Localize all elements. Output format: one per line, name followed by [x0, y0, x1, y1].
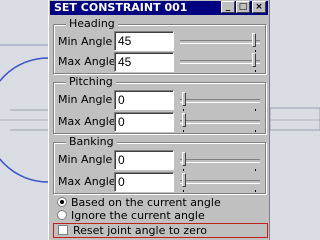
heading-group: Heading Min Angle 45 Max Angle 45	[53, 18, 266, 74]
heading-max-label: Max Angle	[58, 55, 116, 68]
heading-min-slider[interactable]	[180, 31, 260, 52]
pitching-min-input[interactable]: 0	[114, 90, 174, 110]
heading-min-input[interactable]: 45	[114, 31, 174, 51]
pitching-min-label: Min Angle	[58, 93, 113, 106]
ignore-current-angle-radio[interactable]	[57, 210, 67, 220]
reset-joint-angle-label: Reset joint angle to zero	[73, 224, 207, 237]
banking-min-input[interactable]: 0	[114, 150, 174, 170]
reset-joint-angle-option[interactable]: Reset joint angle to zero	[53, 223, 268, 238]
banking-max-slider[interactable]	[180, 171, 260, 192]
ignore-current-angle-label: Ignore the current angle	[71, 209, 205, 222]
banking-min-label: Min Angle	[58, 153, 113, 166]
heading-max-slider-thumb[interactable]	[252, 53, 256, 67]
pitching-min-slider-thumb[interactable]	[182, 92, 186, 106]
close-button[interactable]: ×	[252, 1, 266, 13]
heading-group-title: Heading	[66, 18, 118, 30]
banking-max-label: Max Angle	[58, 175, 116, 188]
banking-min-slider-thumb[interactable]	[182, 152, 186, 166]
pitching-max-slider[interactable]	[180, 111, 260, 132]
banking-group: Banking Min Angle 0 Max Angle 0	[53, 136, 266, 194]
pitching-min-slider[interactable]	[180, 90, 260, 111]
pitching-max-input[interactable]: 0	[114, 112, 174, 132]
banking-group-title: Banking	[66, 136, 117, 148]
pitching-group: Pitching Min Angle 0 Max Angle 0	[53, 76, 266, 134]
set-constraint-dialog: SET CONSTRAINT 001 _ □ × Heading Min Ang…	[48, 0, 270, 240]
based-on-current-angle-option[interactable]: Based on the current angle	[57, 196, 221, 209]
heading-min-label: Min Angle	[58, 35, 113, 48]
heading-max-slider[interactable]	[180, 51, 260, 72]
heading-min-slider-thumb[interactable]	[252, 33, 256, 47]
dialog-title: SET CONSTRAINT 001	[54, 1, 188, 14]
banking-max-input[interactable]: 0	[114, 172, 174, 192]
reset-joint-angle-checkbox[interactable]	[58, 225, 68, 235]
pitching-max-label: Max Angle	[58, 115, 116, 128]
heading-max-input[interactable]: 45	[114, 52, 174, 72]
banking-min-slider[interactable]	[180, 150, 260, 171]
banking-max-slider-thumb[interactable]	[182, 173, 186, 187]
based-on-current-angle-radio[interactable]	[57, 197, 67, 207]
minimize-button[interactable]: _	[221, 1, 235, 13]
maximize-button[interactable]: □	[236, 1, 250, 13]
pitching-max-slider-thumb[interactable]	[182, 113, 186, 127]
pitching-group-title: Pitching	[66, 76, 116, 88]
based-on-current-angle-label: Based on the current angle	[71, 196, 221, 209]
ignore-current-angle-option[interactable]: Ignore the current angle	[57, 209, 205, 222]
